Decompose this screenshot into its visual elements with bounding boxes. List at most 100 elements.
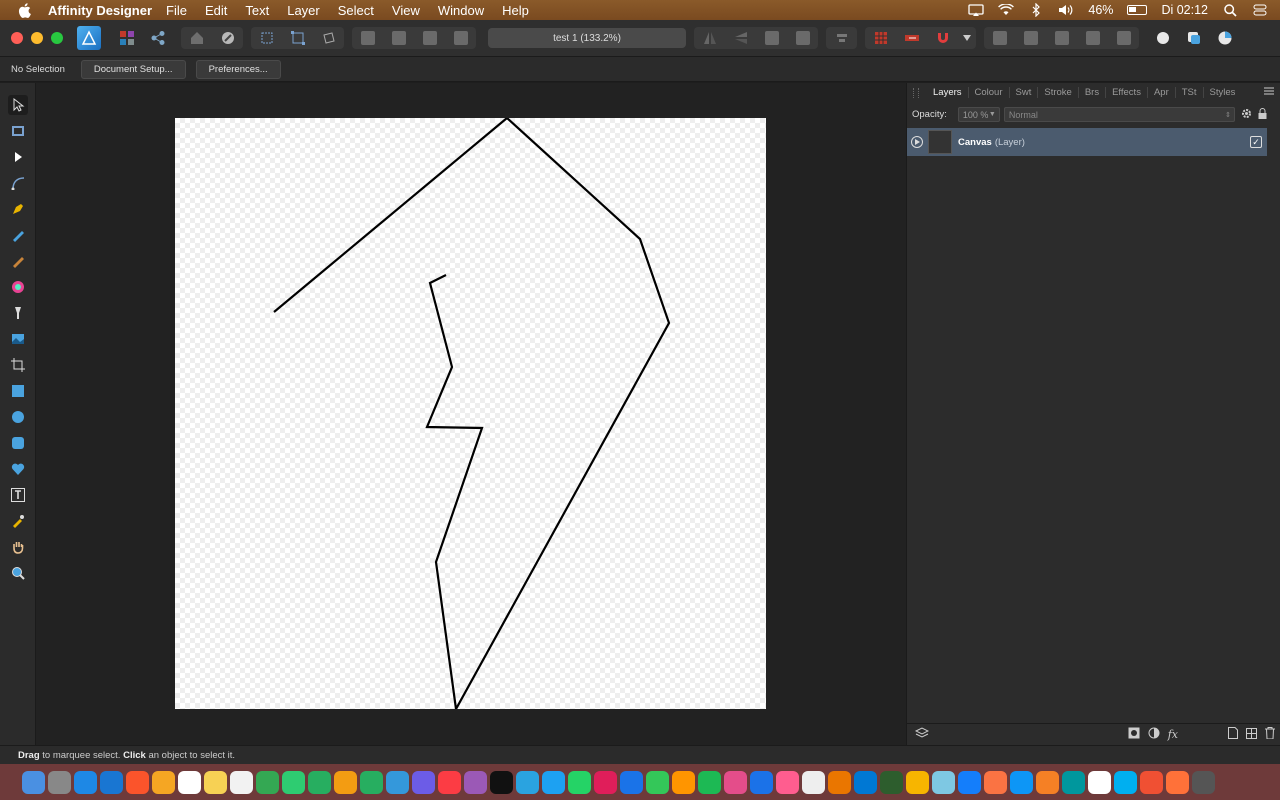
insert-behind-icon[interactable] (1178, 27, 1209, 49)
arduino-icon[interactable] (1062, 770, 1085, 794)
tab-brushes[interactable]: Brs (1079, 87, 1107, 98)
flip-vertical-icon[interactable] (725, 27, 756, 49)
photos-icon[interactable] (152, 770, 175, 794)
home-icon[interactable] (672, 770, 695, 794)
bluetooth-icon[interactable] (1028, 3, 1044, 17)
notes-icon[interactable] (204, 770, 227, 794)
tab-effects[interactable]: Effects (1106, 87, 1148, 98)
skype-icon[interactable] (1114, 770, 1137, 794)
bounding-box-icon[interactable] (282, 27, 313, 49)
app-name-menu[interactable]: Affinity Designer (48, 3, 152, 18)
maps-icon[interactable] (646, 770, 669, 794)
panel-grip-icon[interactable] (913, 87, 919, 98)
wifi-icon[interactable] (998, 3, 1015, 17)
group-layers-icon[interactable] (1246, 726, 1257, 744)
export-persona-icon[interactable] (142, 27, 173, 49)
move-tool-icon[interactable] (8, 95, 28, 115)
menu-help[interactable]: Help (502, 3, 529, 18)
system-preferences-icon[interactable] (48, 770, 71, 794)
node-tool-icon[interactable] (8, 147, 28, 167)
spotlight-search-icon[interactable] (1222, 3, 1238, 17)
chrome-icon[interactable] (256, 770, 279, 794)
layer-stack-icon[interactable] (914, 726, 930, 744)
menu-view[interactable]: View (392, 3, 420, 18)
vscode-icon[interactable] (854, 770, 877, 794)
app-store-icon[interactable] (74, 770, 97, 794)
git-icon[interactable] (1140, 770, 1163, 794)
panel-menu-icon[interactable] (1264, 87, 1274, 98)
sketch-icon[interactable] (906, 770, 929, 794)
pixelmator-icon[interactable] (1036, 770, 1059, 794)
document-canvas[interactable] (175, 118, 766, 709)
clock[interactable]: Di 02:12 (1161, 3, 1208, 17)
music-icon[interactable] (438, 770, 461, 794)
adjustment-icon[interactable] (1148, 726, 1160, 744)
swift-icon[interactable] (984, 770, 1007, 794)
messages-icon[interactable] (282, 770, 305, 794)
spotify-icon[interactable] (698, 770, 721, 794)
podcasts-icon[interactable] (464, 770, 487, 794)
rotate-left-icon[interactable] (756, 27, 787, 49)
add-boolean-icon[interactable] (984, 27, 1015, 49)
airplay-icon[interactable] (968, 3, 985, 17)
minimize-window-button[interactable] (31, 32, 43, 44)
blend-mode-select[interactable]: Normal ⇕ (1003, 107, 1235, 122)
rotate-box-icon[interactable] (313, 27, 344, 49)
pixel-persona-icon[interactable] (111, 27, 142, 49)
transform-origin-icon[interactable] (251, 27, 282, 49)
move-backward-icon[interactable] (383, 27, 414, 49)
color-wheel-icon[interactable] (1209, 27, 1240, 49)
blender-icon[interactable] (828, 770, 851, 794)
zoom-window-button[interactable] (51, 32, 63, 44)
calendar-icon[interactable] (178, 770, 201, 794)
battery-icon[interactable] (1127, 5, 1148, 15)
affinity-photo-icon[interactable] (776, 770, 799, 794)
facetime-icon[interactable] (308, 770, 331, 794)
tab-swatches[interactable]: Swt (1010, 87, 1039, 98)
snap-to-pixel-icon[interactable] (896, 27, 927, 49)
ellipse-tool-icon[interactable] (8, 407, 28, 427)
opacity-dropdown-icon[interactable]: ▼ (989, 111, 996, 118)
imovie-icon[interactable] (412, 770, 435, 794)
finder-icon[interactable] (22, 770, 45, 794)
heart-shape-tool-icon[interactable] (8, 459, 28, 479)
slack-icon[interactable] (594, 770, 617, 794)
transparency-tool-icon[interactable] (8, 303, 28, 323)
color-picker-tool-icon[interactable] (8, 511, 28, 531)
keynote-icon[interactable] (386, 770, 409, 794)
rounded-rectangle-tool-icon[interactable] (8, 433, 28, 453)
move-forward-icon[interactable] (414, 27, 445, 49)
menu-layer[interactable]: Layer (287, 3, 320, 18)
pencil-tool-icon[interactable] (8, 225, 28, 245)
box-icon[interactable] (880, 770, 903, 794)
xor-boolean-icon[interactable] (1077, 27, 1108, 49)
appstore2-icon[interactable] (1010, 770, 1033, 794)
divide-boolean-icon[interactable] (1108, 27, 1139, 49)
preview-icon[interactable] (802, 770, 825, 794)
tab-layers[interactable]: Layers (927, 87, 969, 98)
menu-text[interactable]: Text (245, 3, 269, 18)
control-center-icon[interactable] (1252, 3, 1268, 17)
artistic-text-tool-icon[interactable] (8, 485, 28, 505)
zoom-tool-icon[interactable] (8, 563, 28, 583)
align-icon[interactable] (826, 27, 857, 49)
layer-visibility-checkbox[interactable]: ✓ (1250, 136, 1262, 148)
tab-stroke[interactable]: Stroke (1038, 87, 1079, 98)
affinity-publisher-icon[interactable] (724, 770, 747, 794)
delete-layer-icon[interactable] (1265, 726, 1275, 744)
drawn-path[interactable] (175, 118, 766, 709)
close-window-button[interactable] (11, 32, 23, 44)
twitter-icon[interactable] (542, 770, 565, 794)
move-back-icon[interactable] (352, 27, 383, 49)
hand-tool-icon[interactable] (8, 537, 28, 557)
affinity-designer-icon[interactable] (750, 770, 773, 794)
tab-appearance[interactable]: Apr (1148, 87, 1176, 98)
tab-colour[interactable]: Colour (969, 87, 1010, 98)
menu-window[interactable]: Window (438, 3, 484, 18)
artboard-tool-icon[interactable] (8, 121, 28, 141)
vector-brush-tool-icon[interactable] (8, 251, 28, 271)
reminders-icon[interactable] (230, 770, 253, 794)
brave-icon[interactable] (126, 770, 149, 794)
xcode-icon[interactable] (958, 770, 981, 794)
document-setup-button[interactable]: Document Setup... (80, 59, 186, 79)
